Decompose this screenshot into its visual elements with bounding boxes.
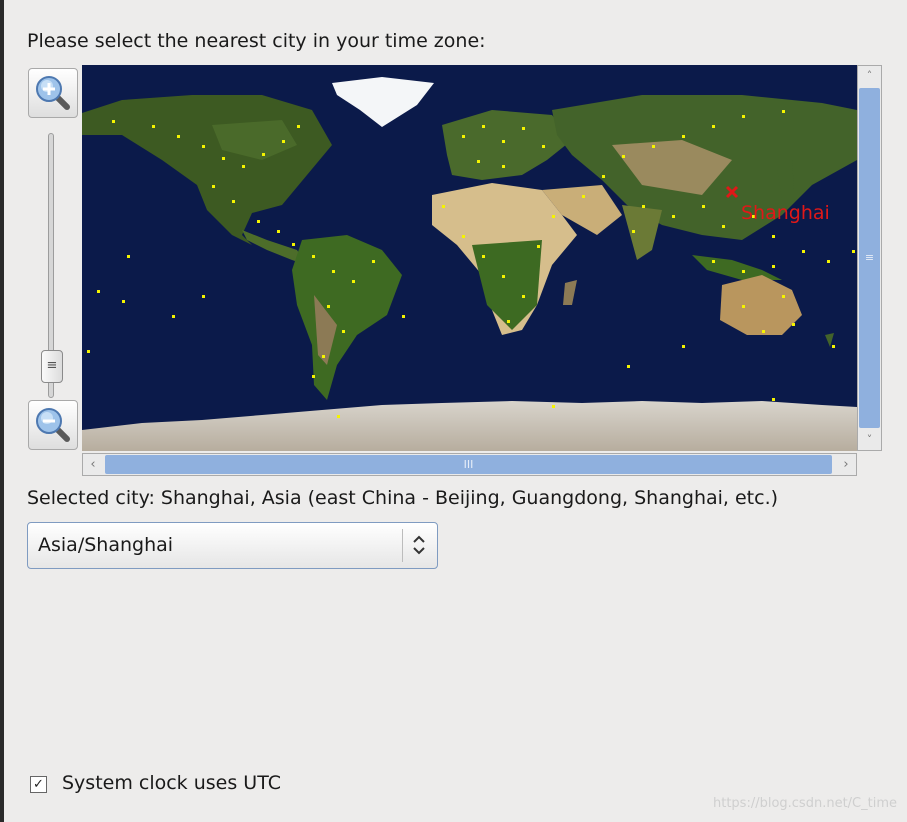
zoom-in-button[interactable] [28, 68, 78, 118]
utc-checkbox-label[interactable]: System clock uses UTC [62, 772, 281, 794]
scroll-down-icon[interactable]: ˅ [859, 430, 880, 450]
window-edge [0, 0, 4, 822]
scroll-right-icon[interactable]: › [836, 454, 856, 475]
world-map[interactable]: Shanghai [82, 65, 857, 451]
zoom-out-icon [36, 408, 70, 442]
zoom-in-icon [36, 76, 70, 110]
zoom-slider-thumb[interactable]: ≡ [41, 350, 63, 383]
watermark: https://blog.csdn.net/C_time [712, 796, 897, 811]
timezone-select-value: Asia/Shanghai [38, 534, 174, 556]
zoom-out-button[interactable] [28, 400, 78, 450]
timezone-prompt: Please select the nearest city in your t… [27, 30, 486, 52]
select-divider [402, 529, 403, 562]
timezone-select[interactable]: Asia/Shanghai [27, 522, 438, 569]
map-vertical-scrollbar[interactable]: ˄ ≡ ˅ [857, 65, 882, 451]
horizontal-scroll-thumb[interactable]: III [105, 455, 832, 474]
up-down-chevron-icon [413, 535, 425, 555]
scroll-left-icon[interactable]: ‹ [83, 454, 103, 475]
selected-city-text: Selected city: Shanghai, Asia (east Chin… [27, 487, 779, 509]
utc-checkbox[interactable]: ✓ [30, 776, 47, 793]
map-horizontal-scrollbar[interactable]: ‹ III › [82, 453, 857, 476]
grip-icon: ≡ [46, 358, 58, 373]
scroll-up-icon[interactable]: ˄ [859, 66, 880, 86]
vertical-scroll-thumb[interactable]: ≡ [859, 88, 880, 428]
map-city-label: Shanghai [741, 202, 830, 224]
